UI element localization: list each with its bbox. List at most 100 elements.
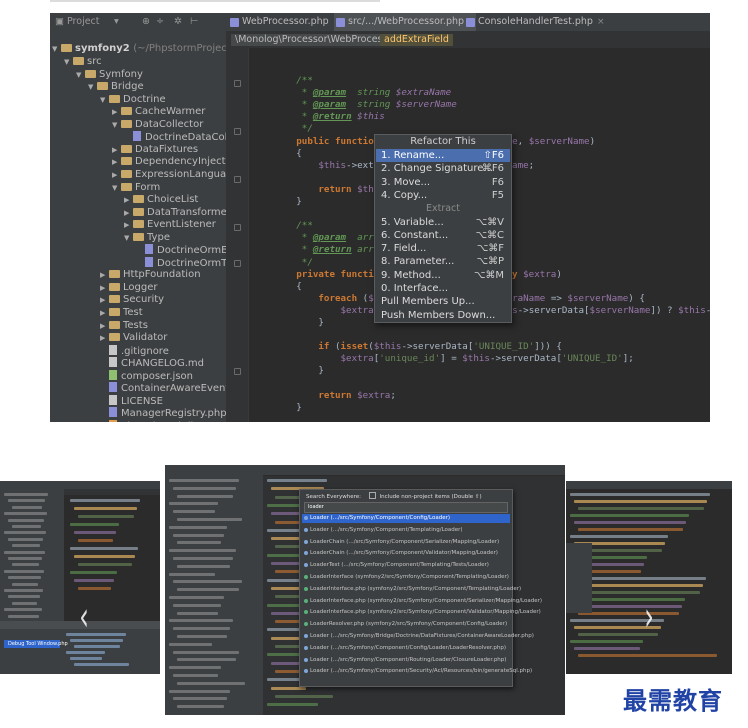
refactor-menu-item[interactable]: 0. Interface...: [376, 282, 510, 295]
search-result-item[interactable]: LoaderInterface.php (symfony2/src/Symfon…: [302, 608, 541, 617]
include-checkbox[interactable]: [368, 492, 376, 499]
refactor-menu-item[interactable]: 4. Copy... F5: [376, 189, 510, 202]
fold-marker[interactable]: [234, 128, 241, 135]
tree-item[interactable]: ▶ Security: [100, 294, 164, 307]
fold-marker[interactable]: [234, 80, 241, 87]
tab-webprocessor[interactable]: WebProcessor.php×: [228, 13, 340, 31]
tree-item[interactable]: ▶ EventListener: [124, 219, 216, 232]
tree-item[interactable]: LICENSE: [100, 394, 163, 408]
hide-panel-icon[interactable]: ⊢: [190, 16, 198, 27]
tree-item[interactable]: ▶ ChoiceList: [124, 194, 198, 207]
tree-item[interactable]: ▶ DataTransformer: [124, 207, 226, 220]
chevron-right-icon[interactable]: ▶: [100, 269, 109, 282]
refactor-menu-item[interactable]: 6. Constant... ⌥⌘C: [376, 229, 510, 242]
chevron-down-icon[interactable]: ▼: [64, 56, 73, 69]
gear-icon[interactable]: ✲: [174, 16, 182, 27]
tree-item[interactable]: ContainerAwareEventM: [100, 382, 226, 395]
refactor-menu-item[interactable]: 8. Parameter... ⌥⌘P: [376, 255, 510, 268]
tree-item[interactable]: composer.json: [100, 369, 193, 383]
tree-item[interactable]: ▼ Form: [112, 182, 160, 195]
search-result-item[interactable]: LoaderChain (.../src/Symfony/Component/S…: [302, 538, 510, 547]
tree-item[interactable]: phpunit.xml.dist: [100, 419, 202, 422]
tree-item[interactable]: ▼ src: [64, 56, 102, 69]
tree-item[interactable]: ▼ Type: [124, 232, 170, 245]
refactor-menu-item[interactable]: 3. Move... F6: [376, 176, 510, 189]
chevron-right-icon[interactable]: ▶: [112, 169, 121, 182]
search-result-item[interactable]: Loader (.../src/Symfony/Bridge/Doctrine/…: [302, 632, 534, 641]
chevron-right-icon[interactable]: ▶: [112, 106, 121, 119]
tree-item[interactable]: CHANGELOG.md: [100, 357, 204, 370]
search-result-item[interactable]: LoaderInterface (symfony2/src/Symfony/Co…: [302, 573, 510, 582]
target-icon[interactable]: ⊕: [142, 16, 150, 27]
refactor-menu-item[interactable]: 1. Rename... ⇧F6: [376, 149, 510, 162]
tree-item[interactable]: ▶ Test: [100, 307, 143, 320]
search-result-item[interactable]: LoaderInterface.php (symfony2/src/Symfon…: [302, 597, 542, 606]
search-result-item[interactable]: LoaderInterface.php (symfony2/src/Symfon…: [302, 585, 521, 594]
tab-src-webprocessor[interactable]: src/.../WebProcessor.php×: [334, 13, 476, 31]
tree-item[interactable]: ▼ Doctrine: [100, 94, 166, 107]
search-result-item[interactable]: Loader (.../src/Symfony/Component/Config…: [302, 514, 510, 523]
search-result-item[interactable]: Loader (.../src/Symfony/Component/Securi…: [302, 667, 532, 676]
tree-item[interactable]: ▶ Validator: [100, 332, 167, 345]
chevron-right-icon[interactable]: ▶: [124, 219, 133, 232]
search-result-item[interactable]: LoaderResolver.php (symfony2/src/Symfony…: [302, 620, 510, 629]
project-panel-title[interactable]: Project: [67, 16, 100, 27]
refactor-menu-item[interactable]: 5. Variable... ⌥⌘V: [376, 216, 510, 229]
search-result-item[interactable]: LoaderChain (.../src/Symfony/Component/V…: [302, 549, 510, 558]
search-result-item[interactable]: Loader (.../src/Symfony/Component/Templa…: [302, 526, 510, 535]
search-result-item[interactable]: Loader (.../src/Symfony/Component/Config…: [302, 644, 510, 653]
chevron-down-icon[interactable]: ▼: [124, 232, 133, 245]
chevron-right-icon[interactable]: ▶: [124, 194, 133, 207]
tree-item[interactable]: DoctrineOrmTypeG: [136, 256, 226, 270]
tab-consolehandlertest[interactable]: ConsoleHandlerTest.php ×: [464, 13, 604, 31]
tree-item[interactable]: ▼ DataCollector: [112, 119, 203, 132]
fold-marker[interactable]: [234, 224, 241, 231]
chevron-right-icon[interactable]: ▶: [100, 332, 109, 345]
collapse-icon[interactable]: ÷: [156, 16, 164, 27]
refactor-menu-item[interactable]: 2. Change Signature... ⌘F6: [376, 162, 510, 175]
tree-item[interactable]: ▶ ExpressionLanguage: [112, 169, 226, 182]
tree-item[interactable]: ▶ DependencyInjection: [112, 156, 226, 169]
tree-item[interactable]: ManagerRegistry.php: [100, 407, 226, 420]
tree-item[interactable]: DoctrineDataCollec: [124, 131, 226, 144]
chevron-down-icon[interactable]: ▼: [100, 94, 109, 107]
chevron-down-icon[interactable]: ▼: [52, 43, 61, 56]
search-input[interactable]: loader: [304, 502, 508, 513]
close-icon[interactable]: ×: [597, 17, 605, 27]
project-tree[interactable]: ▼symfony2 (~/PhpstormProjects/symfo▼src▼…: [50, 31, 226, 422]
chevron-right-icon[interactable]: ▶: [112, 156, 121, 169]
fold-marker[interactable]: [234, 176, 241, 183]
refactor-menu-item[interactable]: Pull Members Up...: [376, 295, 510, 308]
tree-root[interactable]: ▼ symfony2 (~/PhpstormProjects/symfo: [52, 43, 226, 56]
carousel-prev-button[interactable]: ‹: [72, 597, 96, 637]
chevron-right-icon[interactable]: ▶: [112, 144, 121, 157]
chevron-down-icon[interactable]: ▼: [76, 69, 85, 82]
carousel-thumbnail-right[interactable]: [566, 481, 732, 674]
breadcrumb-class[interactable]: \Monolog\Processor\WebProcessor: [231, 34, 402, 46]
refactor-menu-item[interactable]: 7. Field... ⌥⌘F: [376, 242, 510, 255]
breadcrumb-method[interactable]: addExtraField: [380, 34, 453, 46]
tree-item[interactable]: ▶ HttpFoundation: [100, 269, 201, 282]
chevron-right-icon[interactable]: ▶: [124, 207, 133, 220]
chevron-right-icon[interactable]: ▶: [100, 294, 109, 307]
chevron-down-icon[interactable]: ▾: [114, 16, 119, 27]
search-result-item[interactable]: Loader (.../src/Symfony/Component/Routin…: [302, 656, 510, 665]
tree-item[interactable]: ▶ Logger: [100, 282, 157, 295]
carousel-next-button[interactable]: ›: [637, 597, 661, 637]
tree-item[interactable]: DoctrineOrmExten: [136, 244, 226, 257]
search-result-item[interactable]: LoaderTest (.../src/Symfony/Component/Te…: [302, 561, 510, 570]
chevron-down-icon[interactable]: ▼: [88, 81, 97, 94]
carousel-thumbnail-left[interactable]: Debug Tool Window.php: [0, 481, 160, 674]
fold-marker[interactable]: [234, 260, 241, 267]
tree-item[interactable]: ▼ Bridge: [88, 81, 144, 94]
chevron-down-icon[interactable]: ▼: [112, 119, 121, 132]
chevron-down-icon[interactable]: ▼: [112, 182, 121, 195]
tree-item[interactable]: ▶ CacheWarmer: [112, 106, 205, 119]
tree-item[interactable]: ▼ Symfony: [76, 69, 143, 82]
tree-item[interactable]: ▶ DataFixtures: [112, 144, 198, 157]
tree-item[interactable]: ▶ Tests: [100, 320, 148, 333]
refactor-menu-item[interactable]: 9. Method... ⌥⌘M: [376, 269, 510, 282]
chevron-right-icon[interactable]: ▶: [100, 282, 109, 295]
carousel-thumbnail-center[interactable]: Search Everywhere: Include non-project i…: [165, 465, 565, 715]
tree-item[interactable]: .gitignore: [100, 344, 169, 358]
